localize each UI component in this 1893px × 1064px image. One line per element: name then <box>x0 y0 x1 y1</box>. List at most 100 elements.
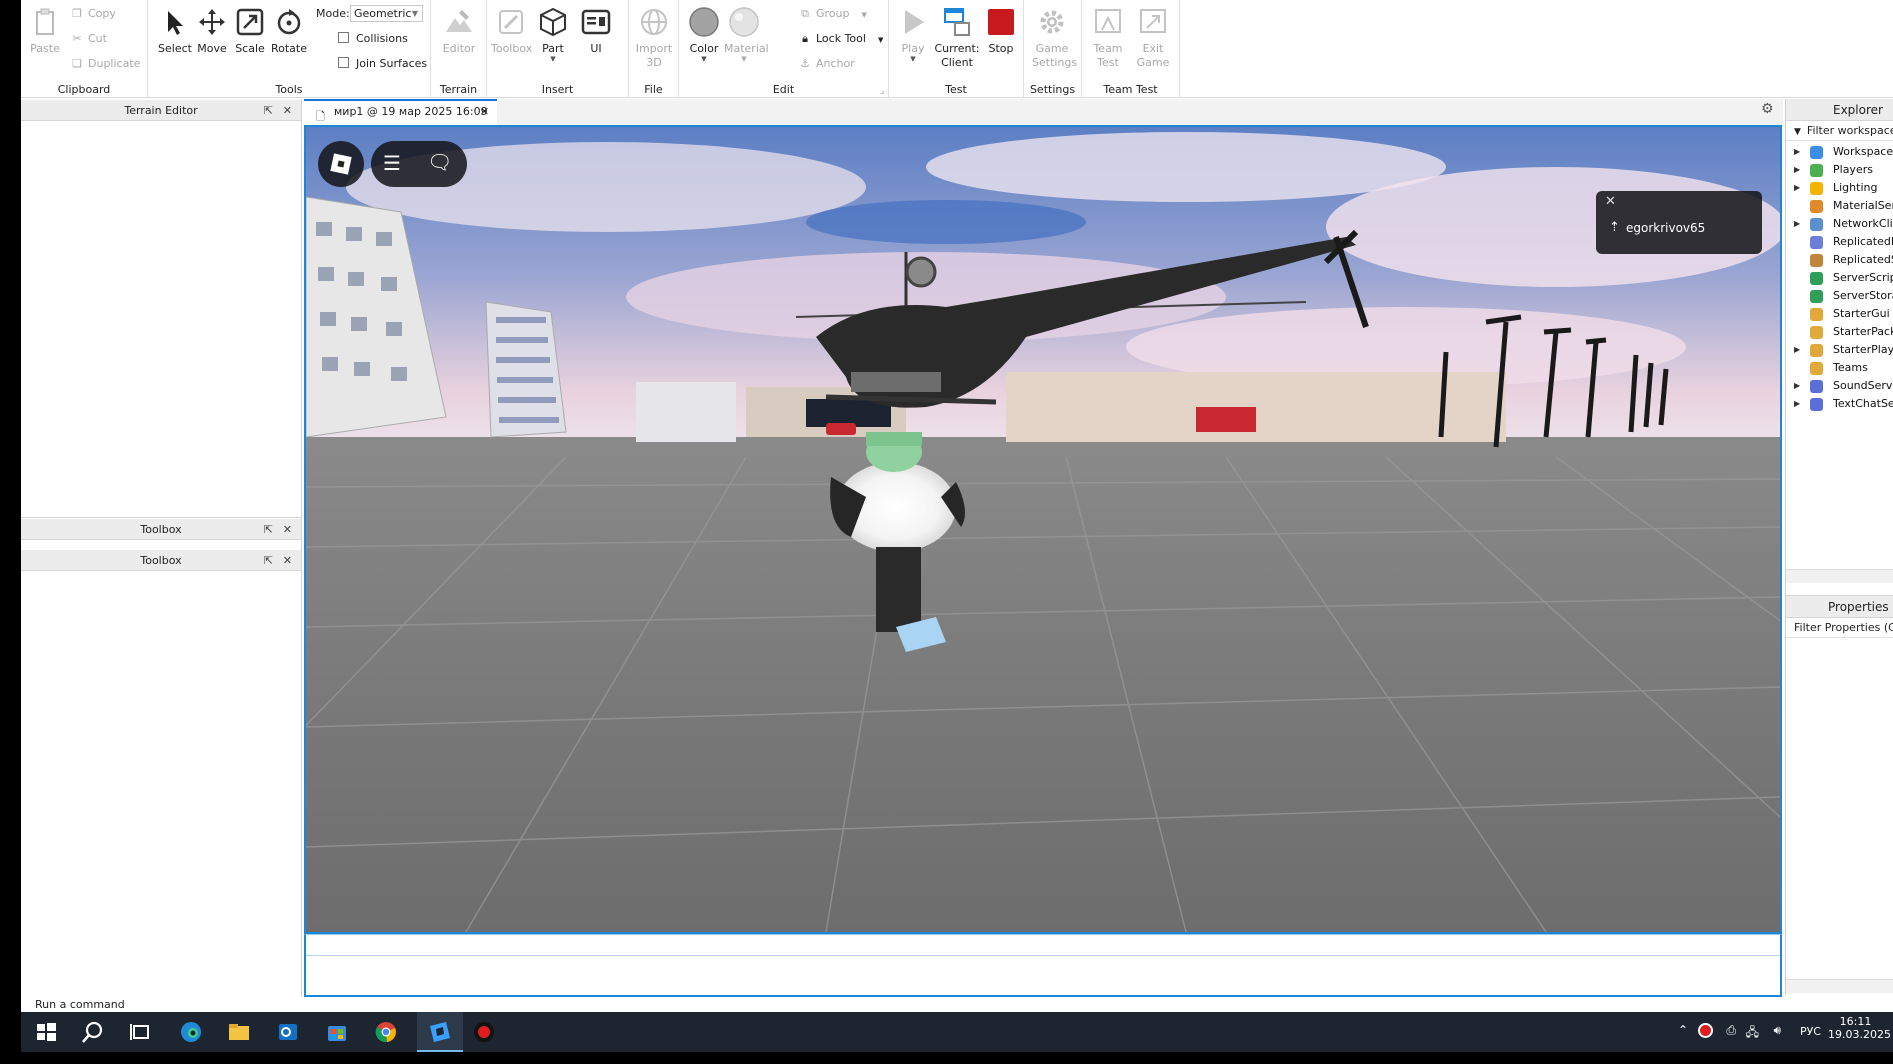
explorer-item-replicatedstora[interactable]: ReplicatedStora <box>1786 251 1893 269</box>
expand-arrow-icon[interactable]: ▶ <box>1794 215 1800 233</box>
properties-scrollbar[interactable] <box>1786 979 1893 993</box>
explorer-item-lighting[interactable]: ▶ Lighting <box>1786 179 1893 197</box>
close-icon[interactable]: ✕ <box>283 100 292 121</box>
scale-button[interactable]: Scale <box>230 6 270 56</box>
expand-group-icon[interactable]: ⌟ <box>880 86 884 95</box>
part-label: Part <box>542 42 564 55</box>
paste-button[interactable]: Paste <box>25 6 65 56</box>
close-icon[interactable]: ✕ <box>1605 194 1616 209</box>
part-button[interactable]: Part ▼ <box>533 6 573 63</box>
collisions-toggle[interactable]: Collisions <box>338 31 408 47</box>
move-button[interactable]: Move <box>192 6 232 56</box>
collisions-checkbox[interactable] <box>338 32 349 43</box>
outlook-icon[interactable] <box>275 1020 301 1044</box>
document-tab[interactable]: 🗋︎ мир1 @ 19 мар 2025 16:09 ✕ <box>304 99 497 125</box>
exit-game-label-line2: Game <box>1136 56 1170 69</box>
screen-recorder-icon[interactable] <box>471 1020 497 1044</box>
device-icon[interactable]: ⎙ <box>1726 1023 1736 1038</box>
close-icon[interactable]: ✕ <box>283 550 292 571</box>
explorer-item-starterplayer[interactable]: ▶ StarterPlayer <box>1786 341 1893 359</box>
join-surfaces-checkbox[interactable] <box>338 57 349 68</box>
clipboard-group-label: Clipboard <box>57 83 111 96</box>
windows-start-icon[interactable] <box>33 1020 59 1044</box>
expand-arrow-icon[interactable]: ▶ <box>1794 377 1800 395</box>
ui-icon <box>581 9 611 35</box>
toolbox-button[interactable]: Toolbox <box>491 6 532 56</box>
command-bar[interactable]: Run a command <box>21 997 1893 1012</box>
explorer-item-textchatservice[interactable]: ▶ TextChatService <box>1786 395 1893 413</box>
explorer-item-teams[interactable]: Teams <box>1786 359 1893 377</box>
color-button[interactable]: Color ▼ <box>684 6 724 63</box>
close-icon[interactable]: ✕ <box>283 519 292 540</box>
expand-arrow-icon[interactable]: ▶ <box>1794 161 1800 179</box>
game-scene[interactable] <box>306 127 1780 932</box>
mode-dropdown[interactable]: Geometric ▼ <box>350 5 423 22</box>
lock-tool-button[interactable]: 🔒︎ Lock Tool ▼ <box>799 31 883 47</box>
stop-button[interactable]: Stop <box>981 6 1021 56</box>
clock[interactable]: 16:11 19.03.2025 <box>1828 1015 1891 1041</box>
chevron-up-icon[interactable]: ⌃ <box>1678 1023 1688 1037</box>
select-button[interactable]: Select <box>155 6 195 56</box>
duplicate-button[interactable]: ❏ Duplicate <box>71 56 140 72</box>
edge-browser-icon[interactable] <box>178 1020 204 1044</box>
search-icon[interactable] <box>80 1020 106 1044</box>
current-client-button[interactable]: Current: Client <box>934 6 980 70</box>
explorer-item-players[interactable]: ▶ Players <box>1786 161 1893 179</box>
play-button[interactable]: Play ▼ <box>893 6 933 63</box>
copy-button[interactable]: ❐ Copy <box>71 6 116 22</box>
group-button[interactable]: ⧉ Group ▼ <box>799 6 867 22</box>
expand-arrow-icon[interactable]: ▶ <box>1794 395 1800 413</box>
import-3d-button[interactable]: Import 3D <box>634 6 674 70</box>
expand-arrow-icon[interactable]: ▶ <box>1794 341 1800 359</box>
pin-icon[interactable]: ⇱ <box>264 100 273 121</box>
terrain-editor-button[interactable]: Editor <box>439 6 479 56</box>
language-indicator[interactable]: РУС <box>1800 1025 1821 1038</box>
properties-filter-input[interactable]: Filter Properties (Ctrl+Sh <box>1786 619 1893 638</box>
roblox-menu-button[interactable] <box>318 141 364 187</box>
close-icon[interactable]: ✕ <box>480 101 489 123</box>
join-surfaces-toggle[interactable]: Join Surfaces <box>338 56 427 72</box>
explorer-item-networkclient[interactable]: ▶ NetworkClient <box>1786 215 1893 233</box>
service-icon <box>1810 362 1823 375</box>
game-viewport[interactable]: ☰ 🗨︎ ✕ ⇡ egorkrivov65 <box>304 125 1782 934</box>
game-settings-button[interactable]: Game Settings <box>1032 6 1077 70</box>
cut-button[interactable]: ✂ Cut <box>71 31 107 47</box>
explorer-item-soundservice[interactable]: ▶ SoundService <box>1786 377 1893 395</box>
gear-icon[interactable]: ⚙ <box>1761 101 1774 117</box>
gear-icon <box>1040 10 1064 34</box>
explorer-item-materialservice[interactable]: MaterialService <box>1786 197 1893 215</box>
pin-icon[interactable]: ⇱ <box>264 550 273 571</box>
explorer-item-label: StarterPlayer <box>1833 343 1893 356</box>
ui-button[interactable]: UI <box>576 6 616 56</box>
explorer-item-starterpack[interactable]: StarterPack <box>1786 323 1893 341</box>
network-icon[interactable]: 🖧︎ <box>1746 1023 1759 1044</box>
chrome-icon[interactable] <box>373 1020 399 1044</box>
recording-indicator-icon[interactable] <box>1698 1023 1713 1038</box>
anchor-button[interactable]: ⚓︎ Anchor <box>799 56 855 72</box>
explorer-item-workspace[interactable]: ▶ Workspace <box>1786 143 1893 161</box>
chat-icon[interactable]: 🗨︎ <box>427 150 452 174</box>
exit-game-button[interactable]: Exit Game <box>1133 6 1173 70</box>
copy-icon: ❐ <box>72 7 82 20</box>
explorer-item-label: ServerScriptServ <box>1833 271 1893 284</box>
microsoft-store-icon[interactable] <box>324 1020 350 1044</box>
file-explorer-icon[interactable] <box>226 1020 252 1044</box>
explorer-item-serverscriptserv[interactable]: ServerScriptServ <box>1786 269 1893 287</box>
expand-arrow-icon[interactable]: ▶ <box>1794 179 1800 197</box>
volume-icon[interactable]: 🔊︎ <box>1773 1023 1781 1038</box>
material-button[interactable]: Material ▼ <box>724 6 769 63</box>
pin-icon[interactable]: ⇱ <box>264 519 273 540</box>
explorer-item-replicatedfirst[interactable]: ReplicatedFirst <box>1786 233 1893 251</box>
explorer-item-serverstorage[interactable]: ServerStorage <box>1786 287 1893 305</box>
hamburger-menu-icon[interactable]: ☰ <box>383 152 401 174</box>
explorer-item-startergui[interactable]: StarterGui <box>1786 305 1893 323</box>
explorer-scrollbar[interactable] <box>1786 569 1893 583</box>
explorer-filter-input[interactable]: ▼ Filter workspace (C <box>1786 122 1893 141</box>
expand-arrow-icon[interactable]: ▶ <box>1794 143 1800 161</box>
rotate-button[interactable]: Rotate <box>269 6 309 56</box>
team-test-button[interactable]: Team Test <box>1088 6 1128 70</box>
roblox-studio-taskbar-button[interactable] <box>417 1012 463 1052</box>
output-panel[interactable] <box>304 934 1782 997</box>
task-view-icon[interactable] <box>128 1020 154 1044</box>
explorer-item-label: NetworkClient <box>1833 217 1893 230</box>
